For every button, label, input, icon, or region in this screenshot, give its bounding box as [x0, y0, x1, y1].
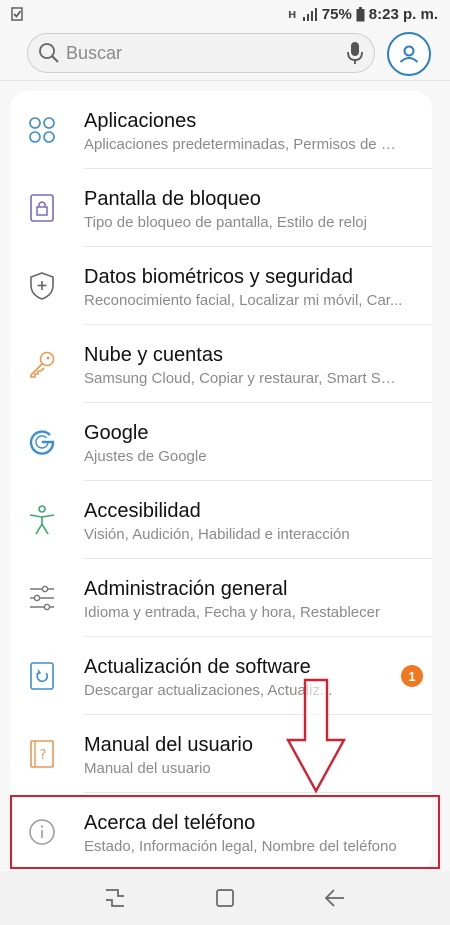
- home-button[interactable]: [205, 878, 245, 918]
- profile-button[interactable]: [387, 32, 431, 76]
- setting-actualizacion-de-software[interactable]: Actualización de software Descargar actu…: [10, 637, 432, 715]
- data-transfer-icon: H: [288, 10, 296, 21]
- search-bar[interactable]: [27, 33, 375, 73]
- setting-nube-y-cuentas[interactable]: Nube y cuentas Samsung Cloud, Copiar y r…: [10, 325, 432, 403]
- setting-title: Aplicaciones: [84, 110, 197, 132]
- google-icon: [27, 427, 57, 457]
- setting-subtitle: Aplicaciones predeterminadas, Permisos d…: [84, 136, 404, 153]
- setting-subtitle: Ajustes de Google: [84, 448, 207, 465]
- profile-icon: [399, 45, 419, 63]
- back-button[interactable]: [315, 878, 355, 918]
- settings-list: Aplicaciones Aplicaciones predeterminada…: [10, 91, 432, 871]
- annotation-arrow: [285, 678, 347, 794]
- setting-accesibilidad[interactable]: Accesibilidad Visión, Audición, Habilida…: [10, 481, 432, 559]
- setting-title: Actualización de software: [84, 656, 311, 678]
- svg-text:H: H: [288, 10, 296, 21]
- download-complete-icon: [11, 7, 23, 21]
- status-bar: H 75% 8:23 p. m.: [0, 0, 450, 28]
- home-icon: [216, 889, 234, 907]
- setting-title: Manual del usuario: [84, 734, 253, 756]
- setting-subtitle: Descargar actualizaciones, Actualiz...: [84, 682, 333, 699]
- back-icon: [324, 889, 344, 907]
- manual-icon: ?: [27, 739, 57, 769]
- setting-datos-biometricos[interactable]: Datos biométricos y seguridad Reconocimi…: [10, 247, 432, 325]
- setting-subtitle: Tipo de bloqueo de pantalla, Estilo de r…: [84, 214, 367, 231]
- recent-apps-button[interactable]: [95, 878, 135, 918]
- navigation-bar: [0, 871, 450, 925]
- header-divider: [0, 80, 450, 81]
- setting-subtitle: Reconocimiento facial, Localizar mi móvi…: [84, 292, 403, 309]
- setting-subtitle: Idioma y entrada, Fecha y hora, Restable…: [84, 604, 380, 621]
- setting-subtitle: Visión, Audición, Habilidad e interacció…: [84, 526, 350, 543]
- shield-icon: [27, 271, 57, 301]
- setting-google[interactable]: Google Ajustes de Google: [10, 403, 432, 481]
- setting-administracion-general[interactable]: Administración general Idioma y entrada,…: [10, 559, 432, 637]
- clock: 8:23 p. m.: [368, 5, 438, 23]
- svg-text:?: ?: [40, 748, 47, 763]
- setting-title: Datos biométricos y seguridad: [84, 266, 354, 288]
- update-badge: 1: [401, 665, 423, 687]
- setting-subtitle: Manual del usuario: [84, 760, 211, 777]
- setting-subtitle: Samsung Cloud, Copiar y restaurar, Smart…: [84, 370, 404, 387]
- search-icon: [39, 43, 59, 63]
- setting-manual-del-usuario[interactable]: ? Manual del usuario Manual del usuario: [10, 715, 432, 793]
- sliders-icon: [27, 583, 57, 613]
- setting-title: Accesibilidad: [84, 500, 201, 522]
- software-update-icon: [27, 661, 57, 691]
- setting-title: Administración general: [84, 578, 288, 600]
- annotation-highlight-box: [10, 795, 440, 869]
- setting-title: Google: [84, 422, 149, 444]
- lock-screen-icon: [27, 193, 57, 223]
- setting-aplicaciones[interactable]: Aplicaciones Aplicaciones predeterminada…: [10, 91, 432, 169]
- key-icon: [27, 349, 57, 379]
- setting-title: Pantalla de bloqueo: [84, 188, 261, 210]
- signal-icon: [302, 8, 317, 21]
- setting-title: Nube y cuentas: [84, 344, 223, 366]
- recent-apps-icon: [106, 889, 124, 907]
- apps-icon: [27, 115, 57, 145]
- battery-percent: 75%: [321, 5, 352, 23]
- search-row: [0, 32, 450, 76]
- setting-pantalla-de-bloqueo[interactable]: Pantalla de bloqueo Tipo de bloqueo de p…: [10, 169, 432, 247]
- search-input[interactable]: [66, 42, 346, 64]
- battery-icon: [356, 6, 365, 21]
- microphone-icon[interactable]: [346, 41, 364, 65]
- accessibility-icon: [27, 505, 57, 535]
